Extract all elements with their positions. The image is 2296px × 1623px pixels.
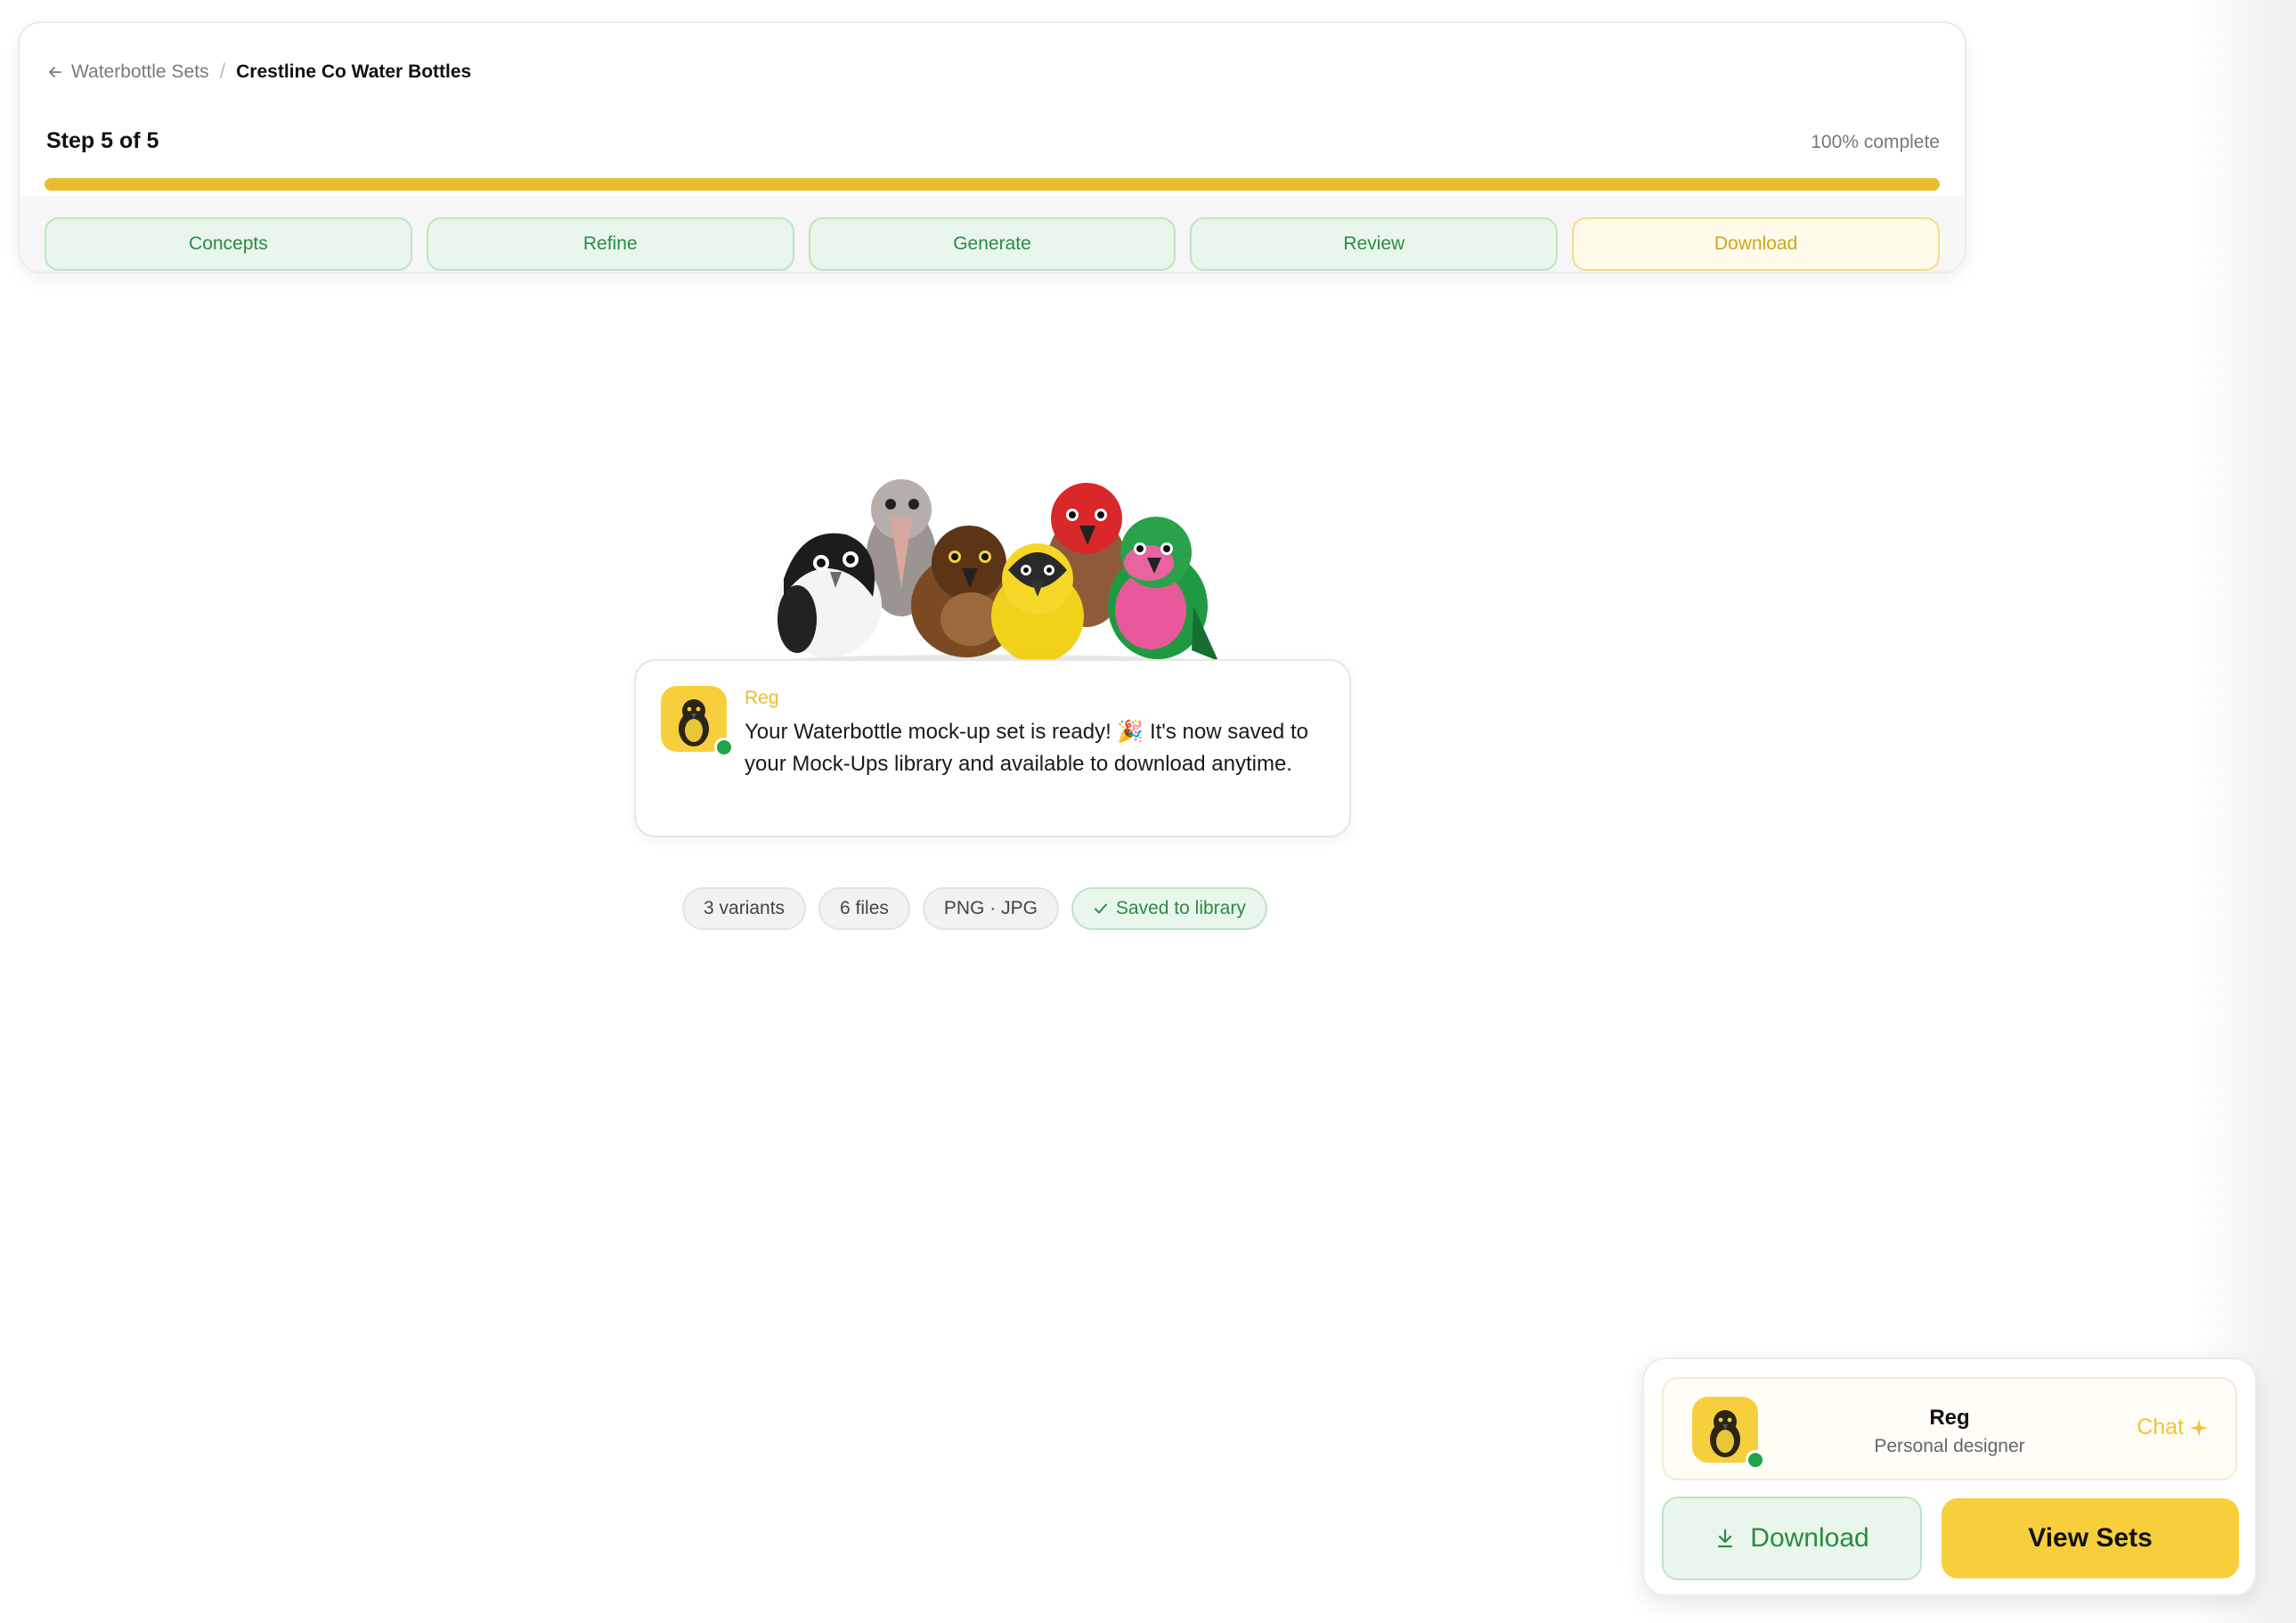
progress-bar-fill: [45, 178, 1940, 191]
assistant-info-row: Reg Personal designer Chat: [1662, 1377, 2237, 1480]
chat-label: Chat: [2137, 1415, 2184, 1439]
step-concepts[interactable]: Concepts: [45, 217, 412, 271]
step-download[interactable]: Download: [1572, 217, 1940, 271]
chip-saved-label: Saved to library: [1115, 898, 1246, 918]
result-chips: 3 variants 6 files PNG · JPG Saved to li…: [682, 887, 1267, 930]
view-sets-button[interactable]: View Sets: [1942, 1498, 2239, 1578]
breadcrumb-current: Crestline Co Water Bottles: [236, 61, 472, 82]
progress-bar: [45, 178, 1940, 191]
step-counter: Step 5 of 5: [46, 128, 159, 153]
breadcrumb-back-label: Waterbottle Sets: [71, 61, 209, 82]
breadcrumb-separator: /: [219, 60, 226, 84]
download-icon: [1718, 1529, 1733, 1548]
assistant-panel: Reg Personal designer Chat Download View…: [1642, 1358, 2257, 1596]
bird-mascots-illustration: [775, 479, 1218, 666]
steps-strip: Concepts Refine Generate Review Download: [20, 196, 1965, 272]
message-text: Your Waterbottle mock-up set is ready! 🎉…: [745, 720, 1308, 776]
chip-formats: PNG · JPG: [922, 887, 1059, 930]
online-status-dot: [714, 738, 734, 757]
sparkle-icon: [2190, 1418, 2208, 1437]
chip-saved: Saved to library: [1071, 887, 1267, 930]
progress-card: Waterbottle Sets / Crestline Co Water Bo…: [18, 21, 1966, 273]
step-review[interactable]: Review: [1190, 217, 1559, 271]
avatar: [661, 686, 734, 757]
step-generate[interactable]: Generate: [808, 217, 1176, 271]
arrow-left-icon: [49, 67, 61, 77]
step-refine[interactable]: Refine: [426, 217, 794, 271]
message-sender: Reg: [745, 688, 779, 708]
chip-variants: 3 variants: [682, 887, 807, 930]
percent-complete: 100% complete: [1811, 132, 1940, 152]
download-button[interactable]: Download: [1662, 1497, 1922, 1580]
breadcrumb: Waterbottle Sets / Crestline Co Water Bo…: [46, 57, 471, 87]
assistant-message: Reg Your Waterbottle mock-up set is read…: [634, 659, 1351, 837]
chat-button[interactable]: Chat: [2137, 1415, 2209, 1440]
steps-row: Concepts Refine Generate Review Download: [45, 217, 1940, 271]
download-label: Download: [1750, 1523, 1869, 1553]
chip-files: 6 files: [818, 887, 910, 930]
breadcrumb-back-link[interactable]: Waterbottle Sets: [46, 61, 208, 83]
check-icon: [1094, 903, 1107, 914]
